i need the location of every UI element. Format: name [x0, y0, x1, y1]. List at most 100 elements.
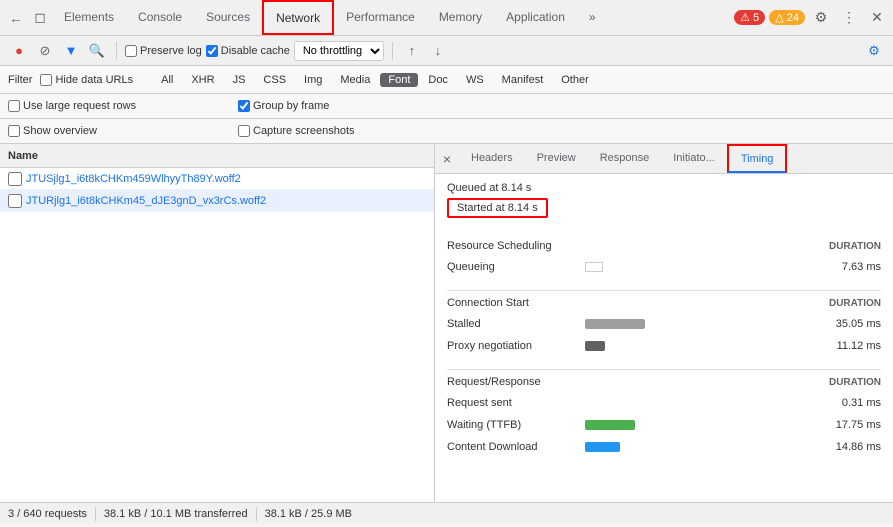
tab-network[interactable]: Network — [262, 0, 334, 35]
tab-more[interactable]: » — [577, 0, 608, 35]
proxy-bar-area — [585, 340, 803, 352]
filter-toolbar: Filter Hide data URLs All XHR JS CSS Img… — [0, 66, 893, 94]
tab-console[interactable]: Console — [126, 0, 194, 35]
detail-tab-timing[interactable]: Timing — [727, 144, 788, 173]
options-row2: Show overview Capture screenshots — [0, 119, 893, 144]
stalled-row: Stalled 35.05 ms — [447, 313, 881, 335]
disable-cache-checkbox[interactable] — [206, 45, 218, 57]
more-icon[interactable]: ⋮ — [837, 6, 861, 30]
error-badge: ⚠ 5 — [734, 10, 765, 25]
detail-tab-preview[interactable]: Preview — [525, 144, 588, 173]
divider2 — [447, 369, 881, 370]
resources-info: 38.1 kB / 25.9 MB — [265, 508, 352, 520]
capture-screenshots-option[interactable]: Capture screenshots — [238, 125, 355, 137]
toolbar-right: ⚠ 5 △ 24 ⚙ ⋮ ✕ — [734, 6, 889, 30]
connection-start-title: Connection Start — [447, 297, 529, 309]
forward-icon[interactable]: ◻ — [28, 6, 52, 30]
group-by-frame-option[interactable]: Group by frame — [238, 100, 329, 112]
detail-tab-response[interactable]: Response — [588, 144, 662, 173]
filter-manifest[interactable]: Manifest — [494, 73, 552, 87]
connection-start-header: Connection Start DURATION — [447, 297, 881, 309]
tab-elements[interactable]: Elements — [52, 0, 126, 35]
back-icon[interactable]: ← — [4, 6, 28, 30]
request-sent-value: 0.31 ms — [811, 397, 881, 409]
settings-icon[interactable]: ⚙ — [809, 6, 833, 30]
large-rows-checkbox[interactable] — [8, 100, 20, 112]
group-by-frame-checkbox[interactable] — [238, 100, 250, 112]
detail-tabs: × Headers Preview Response Initiato... T… — [435, 144, 893, 174]
item2-name: JTURjlg1_i6t8kCHKm45_dJE3gnD_vx3rCs.woff… — [26, 195, 426, 207]
stalled-value: 35.05 ms — [811, 318, 881, 330]
request-item-1[interactable]: JTUSjlg1_i6t8kCHKm459WlhyyTh89Y.woff2 — [0, 168, 434, 190]
request-response-header: Request/Response DURATION — [447, 376, 881, 388]
upload-icon[interactable]: ↑ — [401, 40, 423, 62]
ttfb-label: Waiting (TTFB) — [447, 419, 577, 431]
filter-doc[interactable]: Doc — [420, 73, 456, 87]
status-sep2 — [256, 507, 257, 521]
search-icon[interactable]: 🔍 — [86, 40, 108, 62]
filter-media[interactable]: Media — [332, 73, 378, 87]
close-devtools-icon[interactable]: ✕ — [865, 6, 889, 30]
proxy-bar — [585, 341, 605, 351]
clear-button[interactable]: ⊘ — [34, 40, 56, 62]
filter-css[interactable]: CSS — [255, 73, 294, 87]
timing-content: Queued at 8.14 s Started at 8.14 s Resou… — [435, 174, 893, 502]
filter-icon[interactable]: ▼ — [60, 40, 82, 62]
ttfb-row: Waiting (TTFB) 17.75 ms — [447, 414, 881, 436]
content-download-bar — [585, 442, 620, 452]
request-response-title: Request/Response — [447, 376, 541, 388]
record-button[interactable]: ● — [8, 40, 30, 62]
stalled-bar-area — [585, 318, 803, 330]
proxy-row: Proxy negotiation 11.12 ms — [447, 335, 881, 357]
content-download-row: Content Download 14.86 ms — [447, 436, 881, 458]
request-item-2[interactable]: JTURjlg1_i6t8kCHKm45_dJE3gnD_vx3rCs.woff… — [0, 190, 434, 212]
queueing-label: Queueing — [447, 261, 577, 273]
filter-ws[interactable]: WS — [458, 73, 492, 87]
filter-label: Filter — [8, 74, 32, 86]
preserve-log-label: Preserve log — [140, 45, 202, 57]
show-overview-option[interactable]: Show overview — [8, 125, 208, 137]
filter-js[interactable]: JS — [225, 73, 254, 87]
filter-all[interactable]: All — [153, 73, 181, 87]
tab-sources[interactable]: Sources — [194, 0, 262, 35]
request-sent-bar-area — [585, 397, 803, 409]
top-toolbar: ← ◻ Elements Console Sources Network Per… — [0, 0, 893, 36]
large-rows-option[interactable]: Use large request rows — [8, 100, 208, 112]
content-download-value: 14.86 ms — [811, 441, 881, 453]
divider1 — [447, 290, 881, 291]
preserve-log-checkbox[interactable] — [125, 45, 137, 57]
disable-cache-option[interactable]: Disable cache — [206, 45, 290, 57]
network-toolbar: ● ⊘ ▼ 🔍 Preserve log Disable cache No th… — [0, 36, 893, 66]
tab-memory[interactable]: Memory — [427, 0, 494, 35]
capture-screenshots-checkbox[interactable] — [238, 125, 250, 137]
queueing-bar — [585, 262, 603, 272]
tab-performance[interactable]: Performance — [334, 0, 427, 35]
network-settings-icon[interactable]: ⚙ — [863, 40, 885, 62]
separator1 — [116, 42, 117, 60]
throttle-select[interactable]: No throttling — [294, 41, 384, 61]
separator2 — [392, 42, 393, 60]
show-overview-checkbox[interactable] — [8, 125, 20, 137]
hide-data-urls-checkbox[interactable] — [40, 74, 52, 86]
detail-tab-initiator[interactable]: Initiato... — [661, 144, 727, 173]
request-sent-row: Request sent 0.31 ms — [447, 392, 881, 414]
filter-other[interactable]: Other — [553, 73, 597, 87]
proxy-value: 11.12 ms — [811, 340, 881, 352]
close-detail-button[interactable]: × — [435, 147, 459, 171]
preserve-log-option[interactable]: Preserve log — [125, 45, 202, 57]
item2-checkbox[interactable] — [8, 194, 22, 208]
error-icon: ⚠ — [740, 12, 750, 24]
tab-application[interactable]: Application — [494, 0, 577, 35]
filter-img[interactable]: Img — [296, 73, 330, 87]
proxy-label: Proxy negotiation — [447, 340, 577, 352]
download-icon[interactable]: ↓ — [427, 40, 449, 62]
filter-xhr[interactable]: XHR — [183, 73, 222, 87]
started-at-info: Started at 8.14 s — [447, 198, 548, 218]
resource-scheduling-header: Resource Scheduling DURATION — [447, 240, 881, 252]
connection-start-section: Connection Start DURATION Stalled 35.05 … — [447, 297, 881, 357]
filter-font[interactable]: Font — [380, 73, 418, 87]
request-response-duration-label: DURATION — [829, 377, 881, 388]
detail-tab-headers[interactable]: Headers — [459, 144, 525, 173]
item1-checkbox[interactable] — [8, 172, 22, 186]
hide-data-urls-option[interactable]: Hide data URLs — [40, 74, 133, 86]
